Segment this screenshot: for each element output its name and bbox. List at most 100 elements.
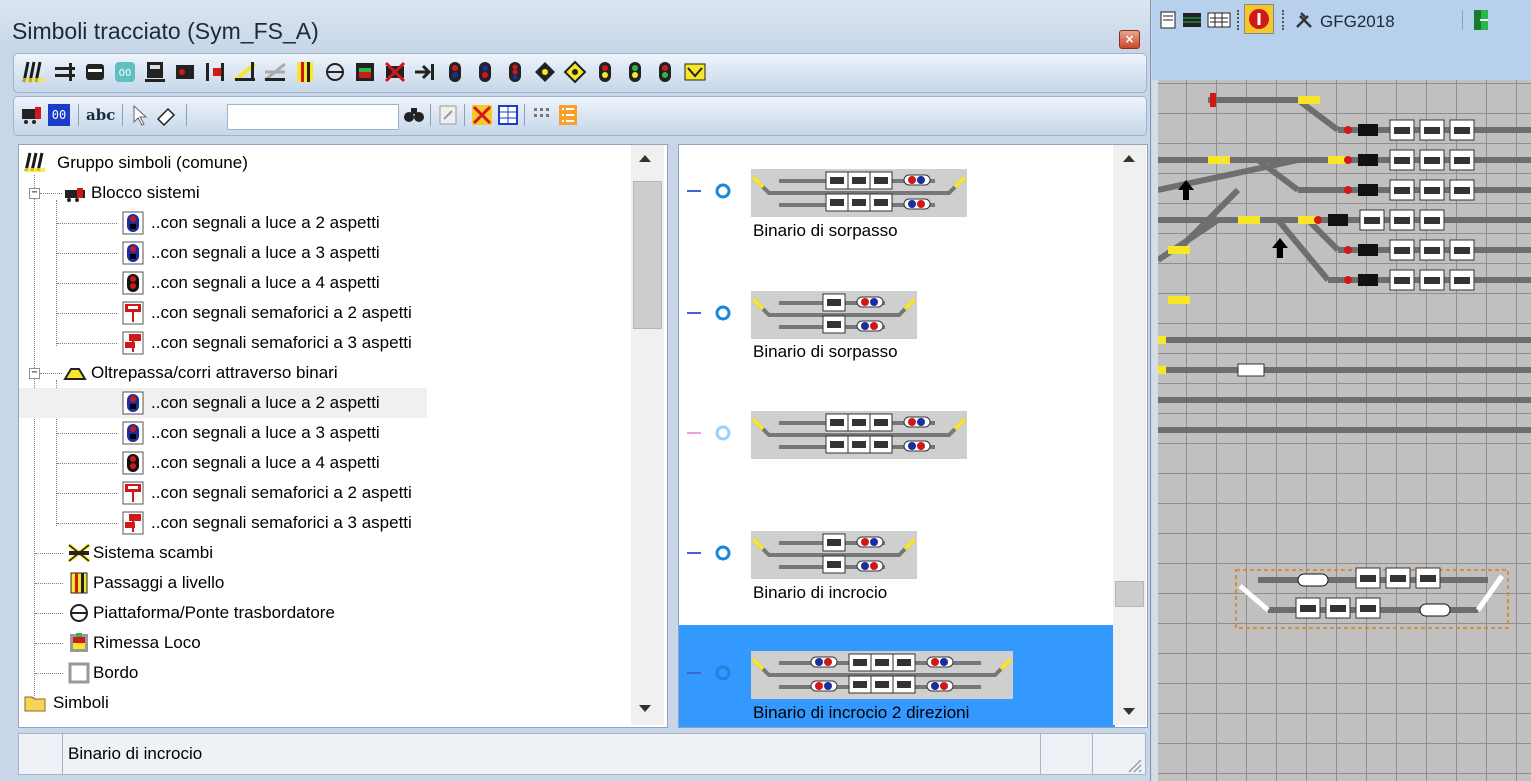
semaphore-signal-icon [122,511,144,535]
collapse-toggle[interactable]: − [29,368,40,379]
signal-light [870,538,878,546]
train-icon [1454,247,1470,254]
binoculars-icon[interactable] [402,103,426,127]
signal-red-icon[interactable] [443,60,467,84]
track-curve-icon[interactable] [233,60,257,84]
light-signal-icon [122,451,144,475]
eraser-icon[interactable] [154,103,178,127]
signal-dark-icon[interactable] [623,60,647,84]
loco-number-button[interactable]: 00 [48,104,70,126]
track-grid[interactable] [1158,80,1531,781]
train-icon [897,659,911,666]
close-button[interactable]: × [1119,30,1140,49]
signal-light [861,322,869,330]
delete-symbol-icon[interactable] [470,103,494,127]
signal-3-aspect-icon[interactable] [503,60,527,84]
symbol-tree[interactable]: Gruppo simboli (comune) − Blocco sistemi… [18,144,668,728]
train-icon [1360,575,1376,582]
level-crossing-icon[interactable] [293,60,317,84]
details-view-icon[interactable] [556,103,580,127]
small-icons-view-icon[interactable] [530,103,554,127]
dwarf-signal-icon[interactable] [533,60,557,84]
loco-shed-icon [70,633,88,652]
edit-toolbar: 00 abc [13,96,1147,136]
list-scrollbar[interactable] [1113,145,1146,725]
scroll-down-arrow[interactable] [1123,708,1135,715]
light-signal-icon [122,391,144,415]
train-icon [827,539,841,546]
scroll-thumb[interactable] [1115,581,1144,607]
svg-text:00: 00 [119,68,132,79]
project-label[interactable]: GFG2018 [1320,12,1395,32]
tree-scrollbar[interactable] [631,145,664,725]
shed-icon[interactable] [353,60,377,84]
signal-light [908,418,916,426]
train-list-icon[interactable] [1207,10,1231,30]
level-crossing-icon [70,572,88,594]
grid-toggle-icon[interactable] [1182,10,1202,30]
scroll-thumb[interactable] [633,181,662,329]
signal-blue-icon[interactable] [473,60,497,84]
symbol-preview-list[interactable]: Binario di sorpasso Binario di sorpasso … [678,144,1148,728]
toolbar-separator [430,104,431,126]
buffer-icon[interactable] [203,60,227,84]
signal-light [1344,246,1352,254]
window-icon[interactable] [1160,10,1176,30]
rail-marker [1168,296,1190,304]
train-icon [1424,277,1440,284]
block-system-icon [65,188,85,202]
track-end-icon[interactable] [413,60,437,84]
list-item-label: Binario di incrocio [753,583,888,602]
semaphore-signal-icon [122,331,144,355]
exit-icon[interactable] [1470,8,1492,32]
passing-track-icon [63,368,87,380]
group-symbols-icon[interactable] [22,60,46,84]
resize-grip-icon[interactable] [1126,757,1142,773]
title-bar: Simboli tracciato (Sym_FS_A) × [0,0,1150,50]
signal-combo-icon[interactable] [593,60,617,84]
loco-icon[interactable] [143,60,167,84]
train-icon [874,199,888,206]
search-input[interactable] [227,104,399,130]
tools-icon[interactable] [1294,10,1316,30]
properties-icon[interactable] [436,103,460,127]
table-view-icon[interactable] [496,103,520,127]
scroll-up-arrow[interactable] [1123,155,1135,162]
signal-light [870,322,878,330]
tree-item-oltrepassa-luce-2[interactable]: ..con segnali a luce a 2 aspetti [19,388,427,418]
symbol-panel: Simboli tracciato (Sym_FS_A) × 00 00 abc [0,0,1151,781]
pointer-icon[interactable] [128,103,152,127]
rotate-icon [715,305,731,321]
collapse-toggle[interactable]: − [29,188,40,199]
signal-special-icon[interactable] [653,60,677,84]
tree-item-label: Bordo [93,663,139,682]
scroll-down-arrow[interactable] [639,705,651,712]
track-diagram [1158,93,1531,629]
switch-icon[interactable] [263,60,287,84]
track-straight-icon[interactable] [53,60,77,84]
check-symbol-icon[interactable] [683,60,707,84]
light-signal-icon [122,271,144,295]
train-icon [830,441,844,448]
train-icon [1424,127,1440,134]
signal-block [1328,214,1348,226]
platform-icon[interactable] [83,60,107,84]
tree-item-label: Oltrepassa/corri attraverso binari [91,363,338,382]
emergency-stop-button[interactable] [1244,4,1274,34]
train-icon[interactable] [20,103,44,127]
scroll-up-arrow[interactable] [639,155,651,162]
shunt-signal-icon[interactable] [563,60,587,84]
semaphore-signal-icon [122,481,144,505]
train-icon [827,321,841,328]
delete-track-icon[interactable] [383,60,407,84]
light-signal-icon [122,421,144,445]
train-icon [1360,605,1376,612]
counter-icon[interactable]: 00 [113,60,137,84]
light-signal-icon [122,211,144,235]
text-tool-button[interactable]: abc [86,106,115,124]
signal-block-icon[interactable] [173,60,197,84]
tree-connector [57,523,117,524]
turntable-icon[interactable] [323,60,347,84]
tree-item-label: Simboli [53,693,109,712]
signal-light [861,298,869,306]
